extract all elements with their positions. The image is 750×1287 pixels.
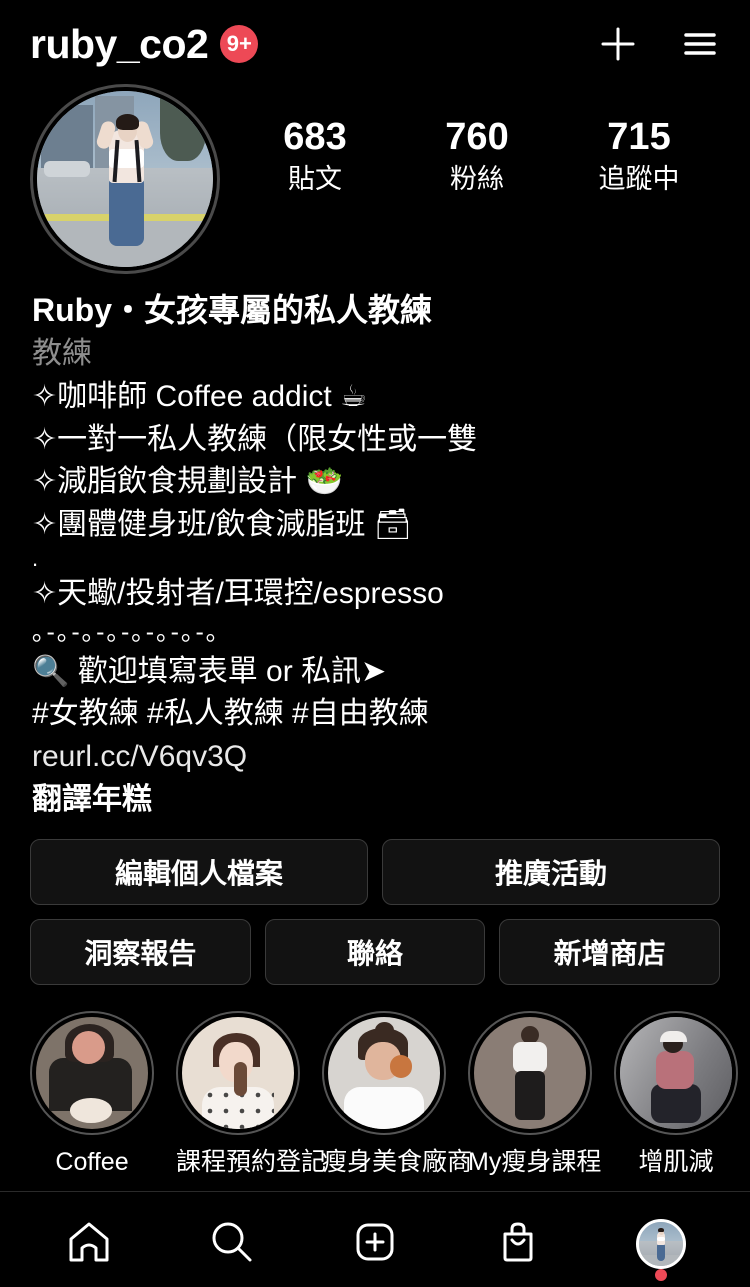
bio-line: ✧咖啡師 Coffee addict ☕ xyxy=(32,380,367,414)
profile-action-buttons: 編輯個人檔案 推廣活動 洞察報告 聯絡 新增商店 xyxy=(0,839,750,999)
profile-bio: Ruby・女孩專屬的私人教練 教練 ✧咖啡師 Coffee addict ☕ ✧… xyxy=(0,288,750,821)
highlight-item[interactable]: Coffee xyxy=(30,1011,154,1177)
action-button-row-1: 編輯個人檔案 推廣活動 xyxy=(30,839,720,906)
profile-username[interactable]: ruby_co2 xyxy=(30,23,209,65)
bio-line: ✧團體健身班/飲食減脂班 🗃 xyxy=(32,507,412,541)
contact-button[interactable]: 聯絡 xyxy=(264,919,486,986)
highlight-item[interactable]: 增肌減 xyxy=(614,1011,738,1177)
highlight-ring xyxy=(614,1011,738,1136)
highlight-ring xyxy=(176,1011,300,1136)
stat-followers-value: 760 xyxy=(445,116,509,158)
highlight-cover-image xyxy=(620,1017,732,1130)
shop-bag-icon xyxy=(492,1216,544,1273)
content-area xyxy=(0,1192,750,1201)
stat-following[interactable]: 715 追蹤中 xyxy=(579,116,699,197)
highlight-ring xyxy=(468,1011,592,1136)
story-highlights: Coffee 課程預約登記 瘦身美食廠商 My瘦身課程 增肌減 xyxy=(0,999,750,1177)
hamburger-menu-icon[interactable] xyxy=(672,16,728,72)
bio-external-link[interactable]: reurl.cc/V6qv3Q xyxy=(32,736,724,779)
notification-badge[interactable]: 9+ xyxy=(220,25,259,63)
highlight-label: Coffee xyxy=(55,1148,129,1177)
add-shop-button[interactable]: 新增商店 xyxy=(499,919,721,986)
bio-line: . xyxy=(32,546,39,572)
avatar-image xyxy=(37,91,213,267)
highlight-label: My瘦身課程 xyxy=(468,1148,602,1177)
highlight-label: 瘦身美食廠商 xyxy=(322,1148,473,1177)
create-post-icon xyxy=(349,1216,401,1273)
highlight-item[interactable]: 課程預約登記 xyxy=(176,1011,327,1177)
stat-followers-label: 粉絲 xyxy=(450,163,504,194)
highlight-cover-image xyxy=(36,1017,148,1130)
stat-posts-label: 貼文 xyxy=(288,163,342,194)
bio-line: ✧一對一私人教練（限女性或一雙 xyxy=(32,422,478,456)
display-name: Ruby・女孩專屬的私人教練 xyxy=(32,292,433,328)
bottom-navigation-bar xyxy=(0,1201,750,1287)
bio-line: ✧天蠍/投射者/耳環控/espresso xyxy=(32,576,444,610)
stat-following-label: 追蹤中 xyxy=(598,163,680,194)
highlight-ring xyxy=(30,1011,154,1136)
home-icon xyxy=(63,1216,115,1273)
nav-home-button[interactable] xyxy=(44,1209,134,1279)
bio-line: ✧減脂飲食規劃設計 🥗 xyxy=(32,465,343,499)
bio-hashtags[interactable]: #女教練 #私人教練 #自由教練 xyxy=(32,693,724,736)
action-button-row-2: 洞察報告 聯絡 新增商店 xyxy=(30,919,721,986)
instagram-profile-screen: ruby_co2 9+ 683 貼文 760 粉絲 715 追蹤中 Ruby・女… xyxy=(0,0,750,1287)
nav-shop-button[interactable] xyxy=(473,1209,563,1279)
stat-followers[interactable]: 760 粉絲 xyxy=(417,116,537,197)
profile-avatar-icon xyxy=(635,1219,686,1269)
profile-notification-dot xyxy=(654,1269,667,1281)
profile-stats: 683 貼文 760 粉絲 715 追蹤中 xyxy=(220,88,726,197)
promote-button[interactable]: 推廣活動 xyxy=(382,839,720,906)
top-bar: ruby_co2 9+ xyxy=(0,0,750,88)
highlight-label: 增肌減 xyxy=(638,1148,714,1177)
translate-button[interactable]: 翻譯年糕 xyxy=(32,779,724,822)
avatar[interactable] xyxy=(30,84,220,274)
stat-posts[interactable]: 683 貼文 xyxy=(255,116,375,197)
nav-search-button[interactable] xyxy=(187,1209,277,1279)
plus-icon[interactable] xyxy=(590,16,646,72)
profile-header: 683 貼文 760 粉絲 715 追蹤中 xyxy=(0,84,750,274)
edit-profile-button[interactable]: 編輯個人檔案 xyxy=(30,839,368,906)
highlight-cover-image xyxy=(328,1017,440,1130)
highlight-item[interactable]: My瘦身課程 xyxy=(468,1011,602,1177)
highlight-item[interactable]: 瘦身美食廠商 xyxy=(322,1011,473,1177)
insights-button[interactable]: 洞察報告 xyxy=(30,919,251,986)
nav-profile-button[interactable] xyxy=(616,1209,706,1281)
bio-line: 🔍 歡迎填寫表單 or 私訊➤ xyxy=(32,654,387,688)
highlight-ring xyxy=(322,1011,446,1136)
search-icon xyxy=(206,1216,258,1273)
highlight-cover-image xyxy=(182,1017,294,1130)
nav-create-button[interactable] xyxy=(330,1209,420,1279)
bio-decorative-divider: ｡-｡-｡-｡-｡-｡-｡-｡ xyxy=(32,618,221,647)
stat-following-value: 715 xyxy=(607,116,671,158)
profile-category: 教練 xyxy=(32,337,92,371)
stat-posts-value: 683 xyxy=(283,116,347,158)
highlight-cover-image xyxy=(474,1017,586,1130)
highlight-label: 課程預約登記 xyxy=(176,1148,327,1177)
